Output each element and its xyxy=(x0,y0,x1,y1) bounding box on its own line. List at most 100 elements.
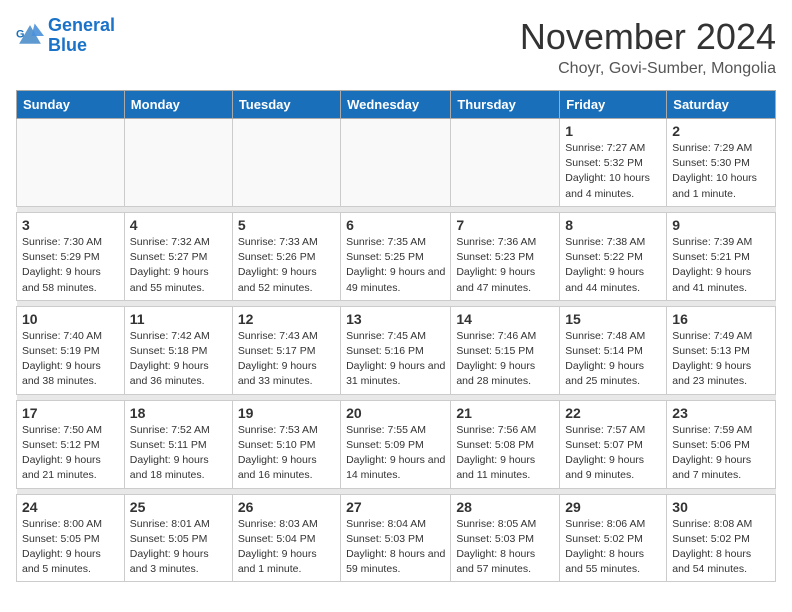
logo-icon: G xyxy=(16,22,44,50)
day-detail: Sunrise: 7:39 AM Sunset: 5:21 PM Dayligh… xyxy=(672,235,770,296)
day-number: 6 xyxy=(346,217,445,233)
day-number: 14 xyxy=(456,311,554,327)
day-detail: Sunrise: 7:57 AM Sunset: 5:07 PM Dayligh… xyxy=(565,423,661,484)
day-detail: Sunrise: 7:32 AM Sunset: 5:27 PM Dayligh… xyxy=(130,235,227,296)
day-number: 10 xyxy=(22,311,119,327)
calendar-cell: 4 Sunrise: 7:32 AM Sunset: 5:27 PM Daylig… xyxy=(124,212,232,300)
col-wednesday: Wednesday xyxy=(341,91,451,119)
calendar: Sunday Monday Tuesday Wednesday Thursday… xyxy=(16,90,776,582)
calendar-cell: 30Sunrise: 8:08 AM Sunset: 5:02 PM Dayli… xyxy=(667,494,776,582)
day-detail: Sunrise: 7:56 AM Sunset: 5:08 PM Dayligh… xyxy=(456,423,554,484)
day-detail: Sunrise: 8:08 AM Sunset: 5:02 PM Dayligh… xyxy=(672,517,770,578)
calendar-cell: 18 Sunrise: 7:52 AM Sunset: 5:11 PM Dayli… xyxy=(124,400,232,488)
day-number: 16 xyxy=(672,311,770,327)
day-detail: Sunrise: 7:46 AM Sunset: 5:15 PM Dayligh… xyxy=(456,329,554,390)
day-number: 19 xyxy=(238,405,335,421)
day-number: 12 xyxy=(238,311,335,327)
day-detail: Sunrise: 7:48 AM Sunset: 5:14 PM Dayligh… xyxy=(565,329,661,390)
day-detail: Sunrise: 7:43 AM Sunset: 5:17 PM Dayligh… xyxy=(238,329,335,390)
day-detail: Sunrise: 8:00 AM Sunset: 5:05 PM Dayligh… xyxy=(22,517,119,578)
calendar-cell: 29 Sunrise: 8:06 AM Sunset: 5:02 PM Dayli… xyxy=(560,494,667,582)
day-detail: Sunrise: 7:30 AM Sunset: 5:29 PM Dayligh… xyxy=(22,235,119,296)
day-detail: Sunrise: 7:38 AM Sunset: 5:22 PM Dayligh… xyxy=(565,235,661,296)
day-detail: Sunrise: 7:27 AM Sunset: 5:32 PM Dayligh… xyxy=(565,141,661,202)
calendar-week-0: 1Sunrise: 7:27 AM Sunset: 5:32 PM Daylig… xyxy=(17,119,776,207)
calendar-week-4: 24Sunrise: 8:00 AM Sunset: 5:05 PM Dayli… xyxy=(17,494,776,582)
calendar-cell: 10 Sunrise: 7:40 AM Sunset: 5:19 PM Dayli… xyxy=(17,306,125,394)
calendar-cell: 19 Sunrise: 7:53 AM Sunset: 5:10 PM Dayli… xyxy=(232,400,340,488)
col-friday: Friday xyxy=(560,91,667,119)
col-thursday: Thursday xyxy=(451,91,560,119)
day-detail: Sunrise: 7:42 AM Sunset: 5:18 PM Dayligh… xyxy=(130,329,227,390)
day-detail: Sunrise: 7:50 AM Sunset: 5:12 PM Dayligh… xyxy=(22,423,119,484)
calendar-cell: 23Sunrise: 7:59 AM Sunset: 5:06 PM Dayli… xyxy=(667,400,776,488)
calendar-cell: 7 Sunrise: 7:36 AM Sunset: 5:23 PM Daylig… xyxy=(451,212,560,300)
day-number: 11 xyxy=(130,311,227,327)
calendar-cell: 8Sunrise: 7:38 AM Sunset: 5:22 PM Daylig… xyxy=(560,212,667,300)
day-detail: Sunrise: 7:53 AM Sunset: 5:10 PM Dayligh… xyxy=(238,423,335,484)
calendar-cell xyxy=(451,119,560,207)
calendar-cell: 25Sunrise: 8:01 AM Sunset: 5:05 PM Dayli… xyxy=(124,494,232,582)
calendar-cell: 15 Sunrise: 7:48 AM Sunset: 5:14 PM Dayli… xyxy=(560,306,667,394)
day-number: 29 xyxy=(565,499,661,515)
col-tuesday: Tuesday xyxy=(232,91,340,119)
calendar-cell: 22Sunrise: 7:57 AM Sunset: 5:07 PM Dayli… xyxy=(560,400,667,488)
day-detail: Sunrise: 8:05 AM Sunset: 5:03 PM Dayligh… xyxy=(456,517,554,578)
day-number: 27 xyxy=(346,499,445,515)
day-detail: Sunrise: 8:06 AM Sunset: 5:02 PM Dayligh… xyxy=(565,517,661,578)
header-row: Sunday Monday Tuesday Wednesday Thursday… xyxy=(17,91,776,119)
col-saturday: Saturday xyxy=(667,91,776,119)
calendar-cell: 9Sunrise: 7:39 AM Sunset: 5:21 PM Daylig… xyxy=(667,212,776,300)
day-detail: Sunrise: 8:04 AM Sunset: 5:03 PM Dayligh… xyxy=(346,517,445,578)
day-number: 28 xyxy=(456,499,554,515)
header: G General Blue November 2024 Choyr, Govi… xyxy=(16,16,776,78)
calendar-cell: 6 Sunrise: 7:35 AM Sunset: 5:25 PM Daylig… xyxy=(341,212,451,300)
col-monday: Monday xyxy=(124,91,232,119)
day-number: 21 xyxy=(456,405,554,421)
day-number: 2 xyxy=(672,123,770,139)
calendar-cell: 11 Sunrise: 7:42 AM Sunset: 5:18 PM Dayli… xyxy=(124,306,232,394)
calendar-week-3: 17 Sunrise: 7:50 AM Sunset: 5:12 PM Dayli… xyxy=(17,400,776,488)
col-sunday: Sunday xyxy=(17,91,125,119)
page: G General Blue November 2024 Choyr, Govi… xyxy=(0,0,792,598)
location: Choyr, Govi-Sumber, Mongolia xyxy=(520,60,776,78)
day-detail: Sunrise: 7:52 AM Sunset: 5:11 PM Dayligh… xyxy=(130,423,227,484)
calendar-cell: 1Sunrise: 7:27 AM Sunset: 5:32 PM Daylig… xyxy=(560,119,667,207)
day-number: 5 xyxy=(238,217,335,233)
day-number: 4 xyxy=(130,217,227,233)
day-number: 23 xyxy=(672,405,770,421)
day-detail: Sunrise: 7:33 AM Sunset: 5:26 PM Dayligh… xyxy=(238,235,335,296)
month-title: November 2024 xyxy=(520,16,776,58)
logo-line1: General xyxy=(48,15,115,35)
day-detail: Sunrise: 7:36 AM Sunset: 5:23 PM Dayligh… xyxy=(456,235,554,296)
calendar-week-1: 3Sunrise: 7:30 AM Sunset: 5:29 PM Daylig… xyxy=(17,212,776,300)
day-number: 18 xyxy=(130,405,227,421)
day-number: 26 xyxy=(238,499,335,515)
day-detail: Sunrise: 7:55 AM Sunset: 5:09 PM Dayligh… xyxy=(346,423,445,484)
calendar-cell: 14 Sunrise: 7:46 AM Sunset: 5:15 PM Dayli… xyxy=(451,306,560,394)
calendar-cell: 3Sunrise: 7:30 AM Sunset: 5:29 PM Daylig… xyxy=(17,212,125,300)
calendar-cell: 13 Sunrise: 7:45 AM Sunset: 5:16 PM Dayli… xyxy=(341,306,451,394)
logo: G General Blue xyxy=(16,16,115,56)
title-block: November 2024 Choyr, Govi-Sumber, Mongol… xyxy=(520,16,776,78)
calendar-cell: 27 Sunrise: 8:04 AM Sunset: 5:03 PM Dayli… xyxy=(341,494,451,582)
day-detail: Sunrise: 8:01 AM Sunset: 5:05 PM Dayligh… xyxy=(130,517,227,578)
day-detail: Sunrise: 7:35 AM Sunset: 5:25 PM Dayligh… xyxy=(346,235,445,296)
day-detail: Sunrise: 7:40 AM Sunset: 5:19 PM Dayligh… xyxy=(22,329,119,390)
calendar-cell: 17 Sunrise: 7:50 AM Sunset: 5:12 PM Dayli… xyxy=(17,400,125,488)
day-number: 15 xyxy=(565,311,661,327)
day-number: 7 xyxy=(456,217,554,233)
calendar-cell: 24Sunrise: 8:00 AM Sunset: 5:05 PM Dayli… xyxy=(17,494,125,582)
calendar-cell: 2Sunrise: 7:29 AM Sunset: 5:30 PM Daylig… xyxy=(667,119,776,207)
calendar-cell: 21 Sunrise: 7:56 AM Sunset: 5:08 PM Dayli… xyxy=(451,400,560,488)
logo-line2: Blue xyxy=(48,35,87,55)
day-number: 20 xyxy=(346,405,445,421)
calendar-cell: 16Sunrise: 7:49 AM Sunset: 5:13 PM Dayli… xyxy=(667,306,776,394)
calendar-cell: 12 Sunrise: 7:43 AM Sunset: 5:17 PM Dayli… xyxy=(232,306,340,394)
day-number: 17 xyxy=(22,405,119,421)
day-number: 13 xyxy=(346,311,445,327)
calendar-week-2: 10 Sunrise: 7:40 AM Sunset: 5:19 PM Dayli… xyxy=(17,306,776,394)
day-detail: Sunrise: 7:45 AM Sunset: 5:16 PM Dayligh… xyxy=(346,329,445,390)
calendar-cell xyxy=(232,119,340,207)
calendar-cell: 20 Sunrise: 7:55 AM Sunset: 5:09 PM Dayli… xyxy=(341,400,451,488)
